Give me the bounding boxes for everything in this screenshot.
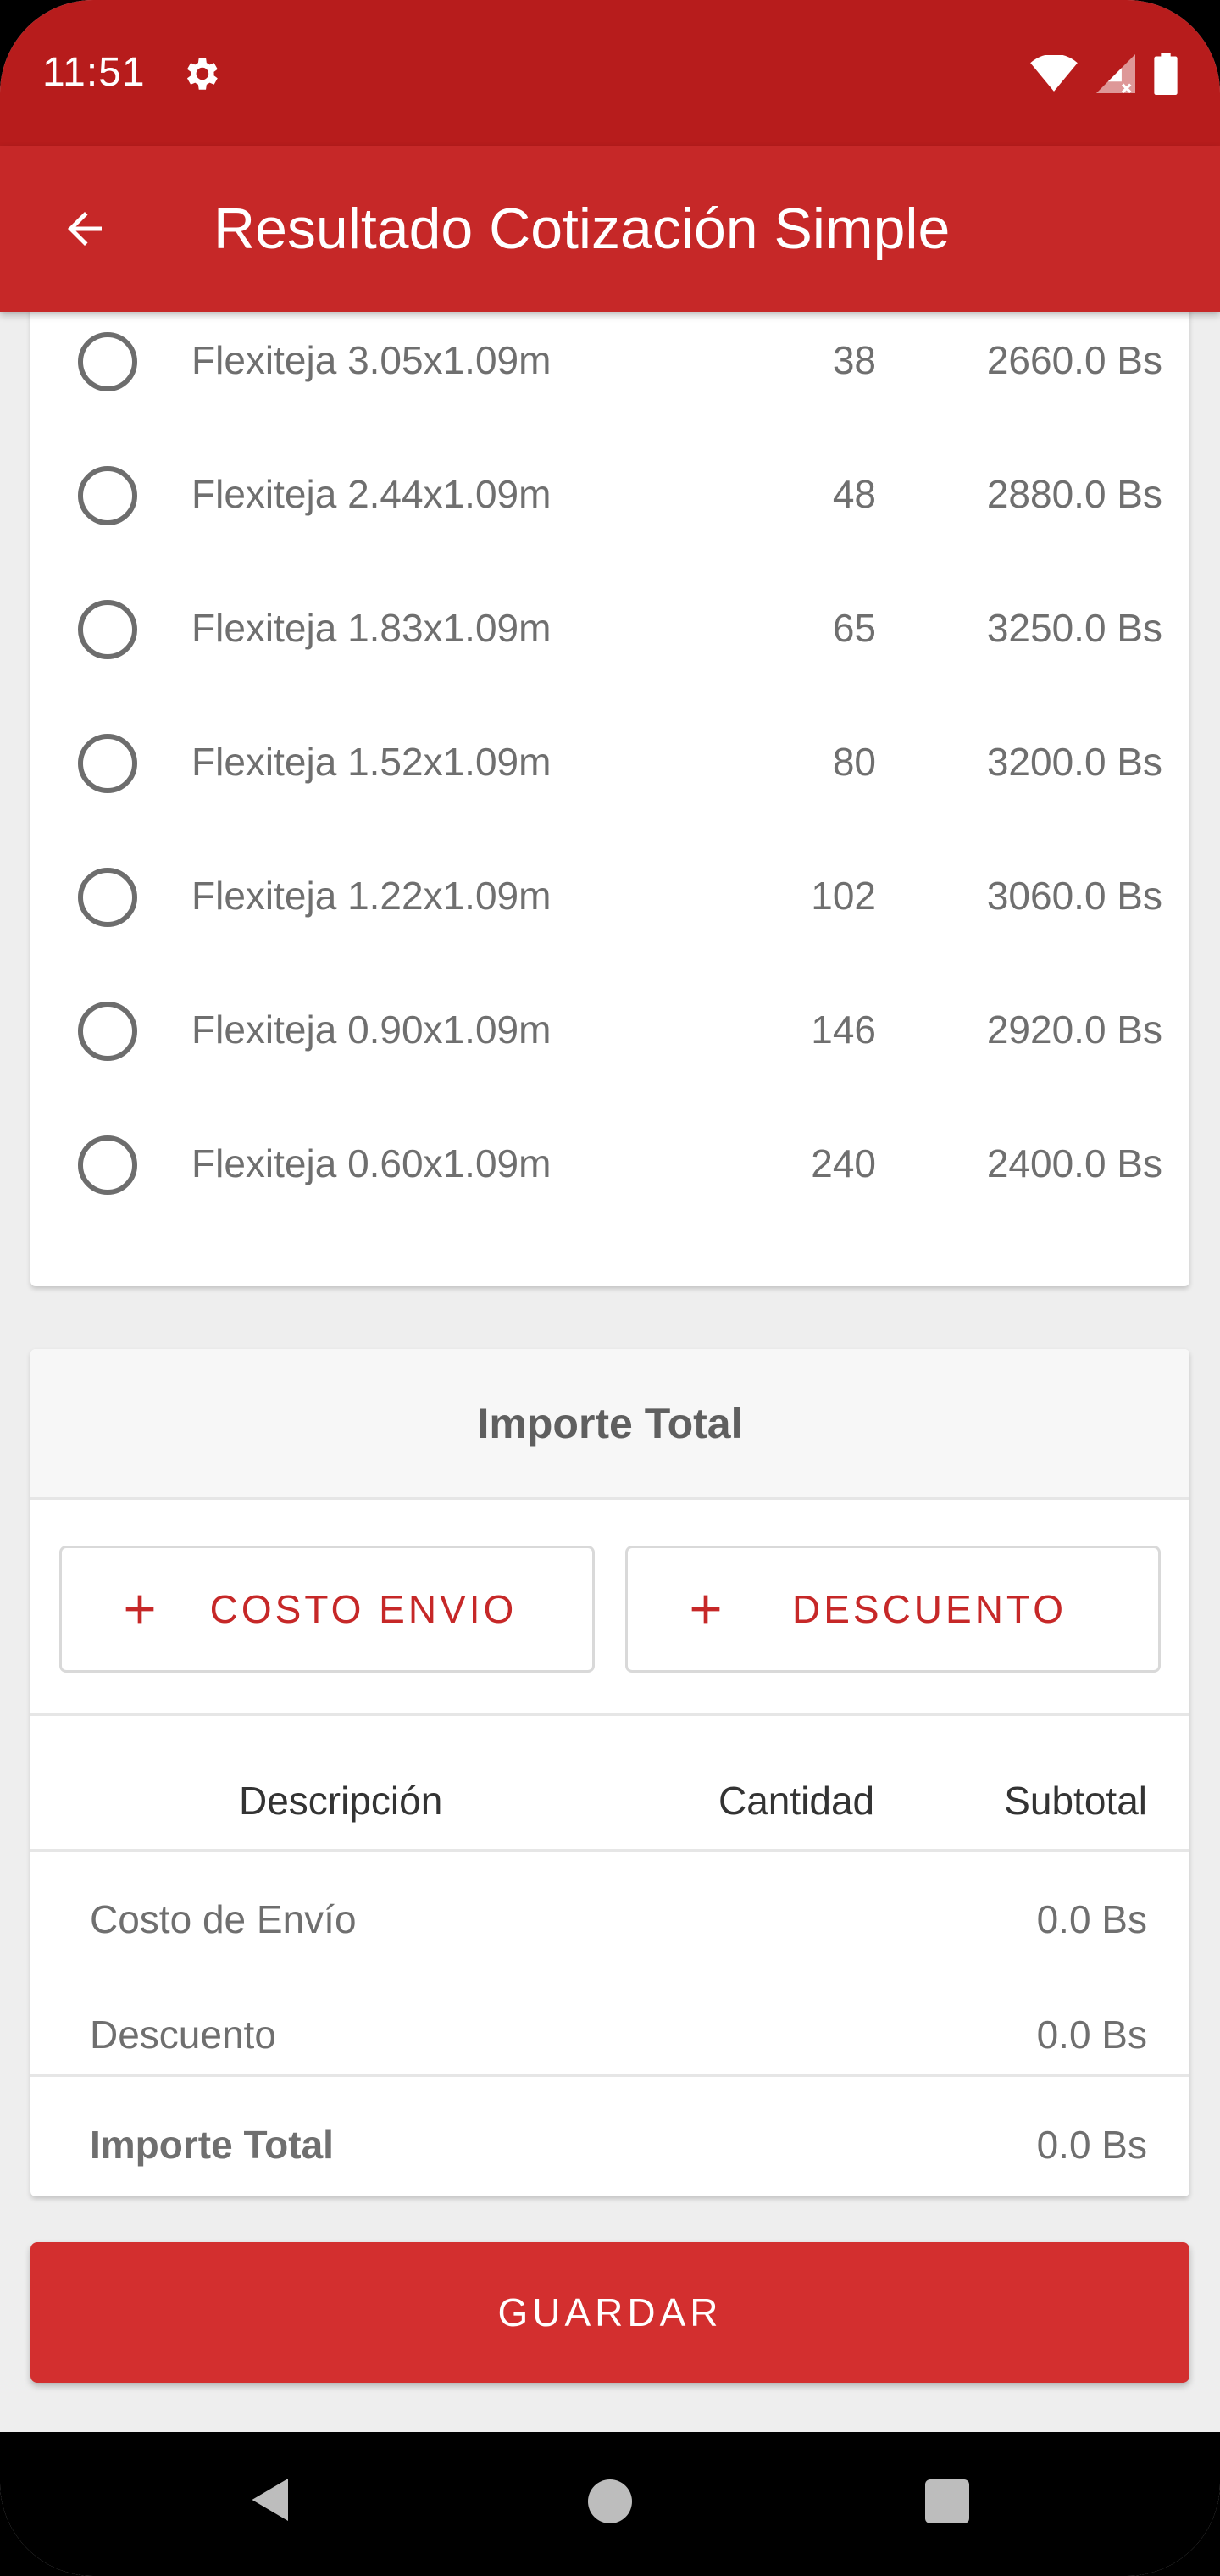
list-item[interactable]: Flexiteja 0.60x1.09m 240 2400.0 Bs — [30, 1098, 1190, 1232]
add-shipping-cost-button[interactable]: COSTO ENVIO — [59, 1546, 595, 1673]
row-label: Descuento — [90, 2012, 276, 2057]
radio-button[interactable] — [78, 868, 137, 927]
option-price: 2920.0 Bs — [986, 1008, 1162, 1052]
list-item[interactable]: Flexiteja 3.05x1.09m 38 2660.0 Bs — [30, 312, 1190, 429]
arrow-back-icon — [68, 212, 102, 246]
nav-home-icon[interactable] — [588, 2479, 632, 2523]
divider — [30, 1713, 1190, 1716]
option-name: Flexiteja 1.22x1.09m — [191, 874, 552, 918]
option-quantity: 146 — [811, 1008, 876, 1052]
list-item[interactable]: Flexiteja 1.83x1.09m 65 3250.0 Bs — [30, 563, 1190, 697]
option-price: 3060.0 Bs — [986, 874, 1162, 918]
radio-button[interactable] — [78, 1135, 137, 1195]
save-button[interactable]: GUARDAR — [30, 2242, 1190, 2383]
option-quantity: 65 — [832, 606, 876, 650]
battery-icon — [1154, 53, 1178, 95]
list-item[interactable]: Flexiteja 0.90x1.09m 146 2920.0 Bs — [30, 964, 1190, 1098]
divider — [30, 2074, 1190, 2077]
content-scroll[interactable]: Flexiteja 3.05x1.09m 38 2660.0 Bs Flexit… — [0, 312, 1220, 2432]
nav-recents-icon[interactable] — [925, 2479, 969, 2523]
add-discount-button[interactable]: DESCUENTO — [625, 1546, 1161, 1673]
option-price: 3200.0 Bs — [986, 740, 1162, 784]
nav-back-icon[interactable] — [246, 2474, 297, 2525]
radio-button[interactable] — [78, 332, 137, 391]
option-price: 2400.0 Bs — [986, 1141, 1162, 1185]
total-card: Importe Total COSTO ENVIO DESCUENTO Desc… — [30, 1349, 1190, 2196]
option-name: Flexiteja 3.05x1.09m — [191, 338, 552, 382]
radio-button[interactable] — [78, 600, 137, 659]
app-bar: Resultado Cotización Simple — [0, 146, 1220, 312]
row-value: 0.0 Bs — [1036, 1897, 1147, 1941]
option-quantity: 80 — [832, 740, 876, 784]
status-icons — [1030, 53, 1178, 95]
phone-screen: 11:51 Resultado Cotización Simple Flexit… — [0, 0, 1220, 2576]
divider — [30, 1849, 1190, 1852]
option-price: 2880.0 Bs — [986, 472, 1162, 516]
total-label: Importe Total — [90, 2123, 334, 2167]
option-name: Flexiteja 0.90x1.09m — [191, 1008, 552, 1052]
navigation-bar — [0, 2432, 1220, 2576]
button-label: COSTO ENVIO — [209, 1587, 518, 1631]
list-item[interactable]: Flexiteja 2.44x1.09m 48 2880.0 Bs — [30, 429, 1190, 563]
list-item[interactable]: Flexiteja 1.22x1.09m 102 3060.0 Bs — [30, 830, 1190, 964]
option-price: 2660.0 Bs — [986, 338, 1162, 382]
page-title: Resultado Cotización Simple — [214, 197, 951, 261]
signal-icon — [1096, 54, 1135, 93]
total-value: 0.0 Bs — [1036, 2123, 1147, 2167]
total-card-header: Importe Total — [30, 1349, 1190, 1500]
radio-button[interactable] — [78, 466, 137, 525]
status-bar: 11:51 — [0, 0, 1220, 146]
option-quantity: 240 — [811, 1141, 876, 1185]
list-item[interactable]: Flexiteja 1.52x1.09m 80 3200.0 Bs — [30, 697, 1190, 830]
column-header-descripcion: Descripción — [239, 1779, 443, 1823]
option-name: Flexiteja 0.60x1.09m — [191, 1141, 552, 1185]
radio-button[interactable] — [78, 734, 137, 793]
option-name: Flexiteja 1.52x1.09m — [191, 740, 552, 784]
option-name: Flexiteja 2.44x1.09m — [191, 472, 552, 516]
option-name: Flexiteja 1.83x1.09m — [191, 606, 552, 650]
back-button[interactable] — [51, 195, 119, 263]
wifi-icon — [1030, 55, 1078, 92]
option-price: 3250.0 Bs — [986, 606, 1162, 650]
row-value: 0.0 Bs — [1036, 2012, 1147, 2057]
button-label: DESCUENTO — [792, 1587, 1067, 1631]
radio-button[interactable] — [78, 1002, 137, 1061]
options-card: Flexiteja 3.05x1.09m 38 2660.0 Bs Flexit… — [30, 312, 1190, 1286]
status-time: 11:51 — [42, 50, 146, 95]
column-header-cantidad: Cantidad — [718, 1779, 875, 1823]
option-quantity: 38 — [832, 338, 876, 382]
option-quantity: 102 — [811, 874, 876, 918]
row-label: Costo de Envío — [90, 1897, 357, 1941]
column-header-subtotal: Subtotal — [1004, 1779, 1147, 1823]
settings-gear-icon — [186, 58, 218, 90]
option-quantity: 48 — [832, 472, 876, 516]
